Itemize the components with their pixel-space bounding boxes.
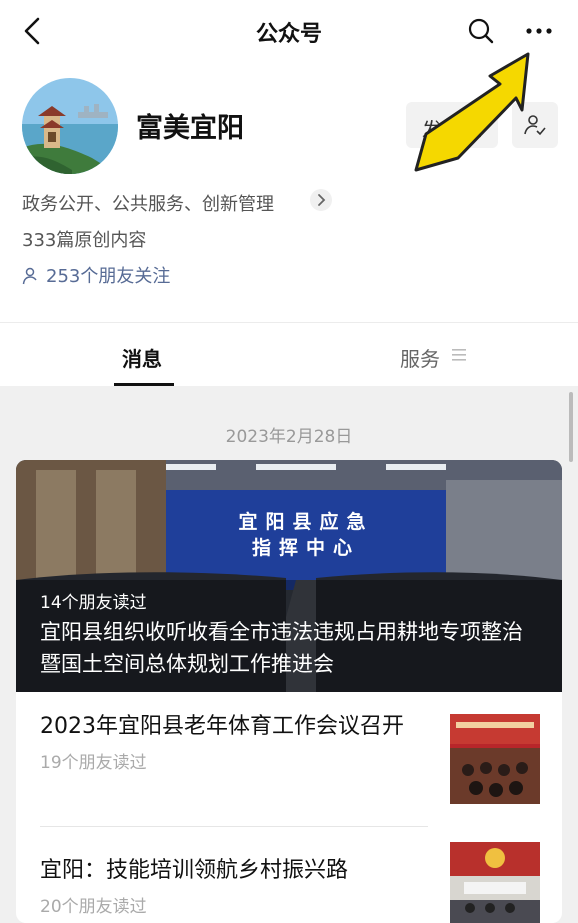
menu-icon — [452, 349, 466, 361]
article-title: 2023年宜阳县老年体育工作会议召开 — [40, 714, 404, 739]
friends-following[interactable]: 253个朋友关注 — [22, 262, 170, 288]
original-content-count[interactable]: 333篇原创内容 — [22, 226, 146, 252]
chevron-right-icon[interactable] — [310, 189, 332, 211]
banner-line-2: 指挥中心 — [252, 536, 360, 559]
list-divider — [40, 826, 428, 827]
pointer-arrow-icon — [414, 52, 530, 172]
friends-icon — [22, 267, 37, 285]
list-item[interactable]: 宜阳：技能培训领航乡村振兴路 20个朋友读过 — [40, 842, 540, 923]
more-horizontal-icon[interactable] — [522, 18, 556, 44]
list-item[interactable]: 2023年宜阳县老年体育工作会议召开 19个朋友读过 — [40, 710, 540, 804]
hero-article[interactable]: 宜阳县应急 指挥中心 14个朋友读过 宜阳县组织收听收看全市违法违规占用耕地专项… — [16, 460, 562, 692]
hero-readers: 14个朋友读过 — [40, 593, 147, 613]
article-thumbnail — [450, 842, 540, 923]
tab-messages[interactable]: 消息 — [122, 343, 162, 372]
tab-bar: 消息 服务 — [0, 322, 578, 386]
banner-line-1: 宜阳县应急 — [238, 510, 373, 533]
account-description[interactable]: 政务公开、公共服务、创新管理 — [22, 190, 274, 216]
tab-services[interactable]: 服务 — [400, 343, 440, 372]
feed-date: 2023年2月28日 — [225, 427, 353, 447]
article-title: 宜阳：技能培训领航乡村振兴路 — [40, 858, 349, 883]
active-tab-indicator — [114, 383, 174, 386]
account-name: 富美宜阳 — [136, 113, 244, 144]
search-icon[interactable] — [466, 16, 496, 46]
hero-title: 宜阳县组织收听收看全市违法违规占用耕地专项整治暨国土空间总体规划工作推进会 — [40, 620, 523, 676]
avatar[interactable] — [22, 78, 118, 174]
article-group-card: 宜阳县应急 指挥中心 14个朋友读过 宜阳县组织收听收看全市违法违规占用耕地专项… — [16, 460, 562, 923]
friends-following-label: 253个朋友关注 — [46, 266, 171, 287]
scrollbar[interactable] — [569, 392, 573, 462]
article-thumbnail — [450, 714, 540, 804]
